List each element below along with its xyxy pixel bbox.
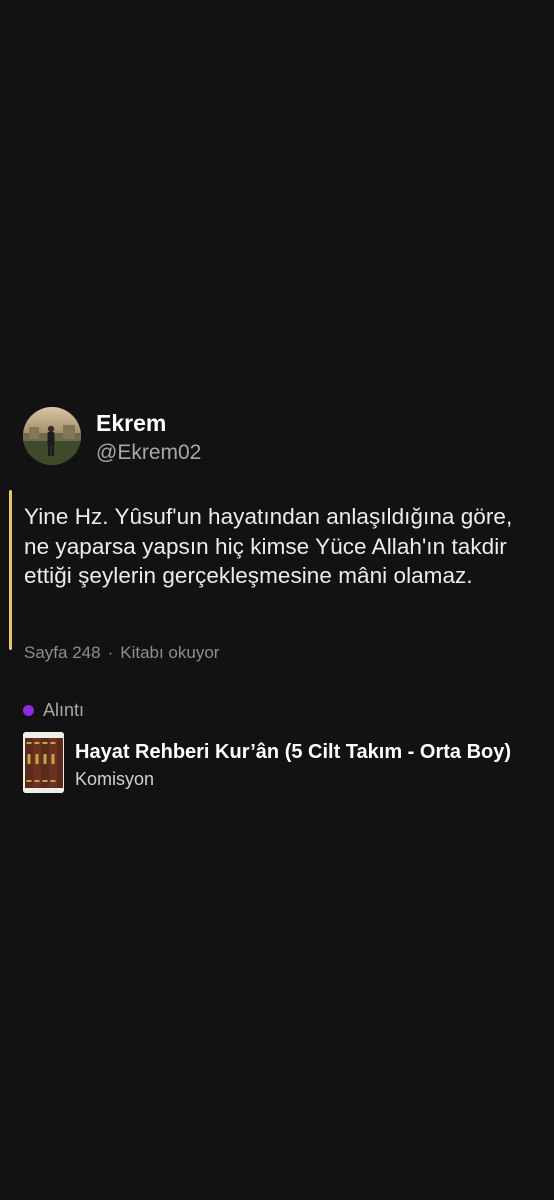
author-name[interactable]: Ekrem xyxy=(96,409,166,437)
author-handle[interactable]: @Ekrem02 xyxy=(96,440,201,466)
post-type-label: Alıntı xyxy=(43,699,85,720)
quote-meta: Sayfa 248 · Kitabı okuyor xyxy=(24,642,219,664)
quote-text: Yine Hz. Yûsuf'un hayatından anlaşıldığı… xyxy=(24,504,513,588)
book-author[interactable]: Komisyon xyxy=(75,768,154,790)
post-type: Alıntı xyxy=(23,699,84,721)
reading-status: Kitabı okuyor xyxy=(120,643,220,662)
meta-separator: · xyxy=(107,643,114,662)
profile-photo-icon xyxy=(23,407,81,465)
book-link[interactable]: Hayat Rehberi Kur’ân (5 Cilt Takım - Ort… xyxy=(23,732,543,794)
book-cover-icon[interactable] xyxy=(23,732,64,793)
book-title[interactable]: Hayat Rehberi Kur’ân (5 Cilt Takım - Ort… xyxy=(75,739,535,765)
page-number: Sayfa 248 xyxy=(24,643,101,662)
avatar[interactable] xyxy=(23,407,81,465)
post-type-dot-icon xyxy=(23,704,34,716)
quote-post: Ekrem @Ekrem02 Yine Hz. Yûsuf'un hayatın… xyxy=(0,405,554,793)
quote-accent-bar xyxy=(9,490,12,650)
post-author[interactable]: Ekrem @Ekrem02 xyxy=(0,405,554,467)
